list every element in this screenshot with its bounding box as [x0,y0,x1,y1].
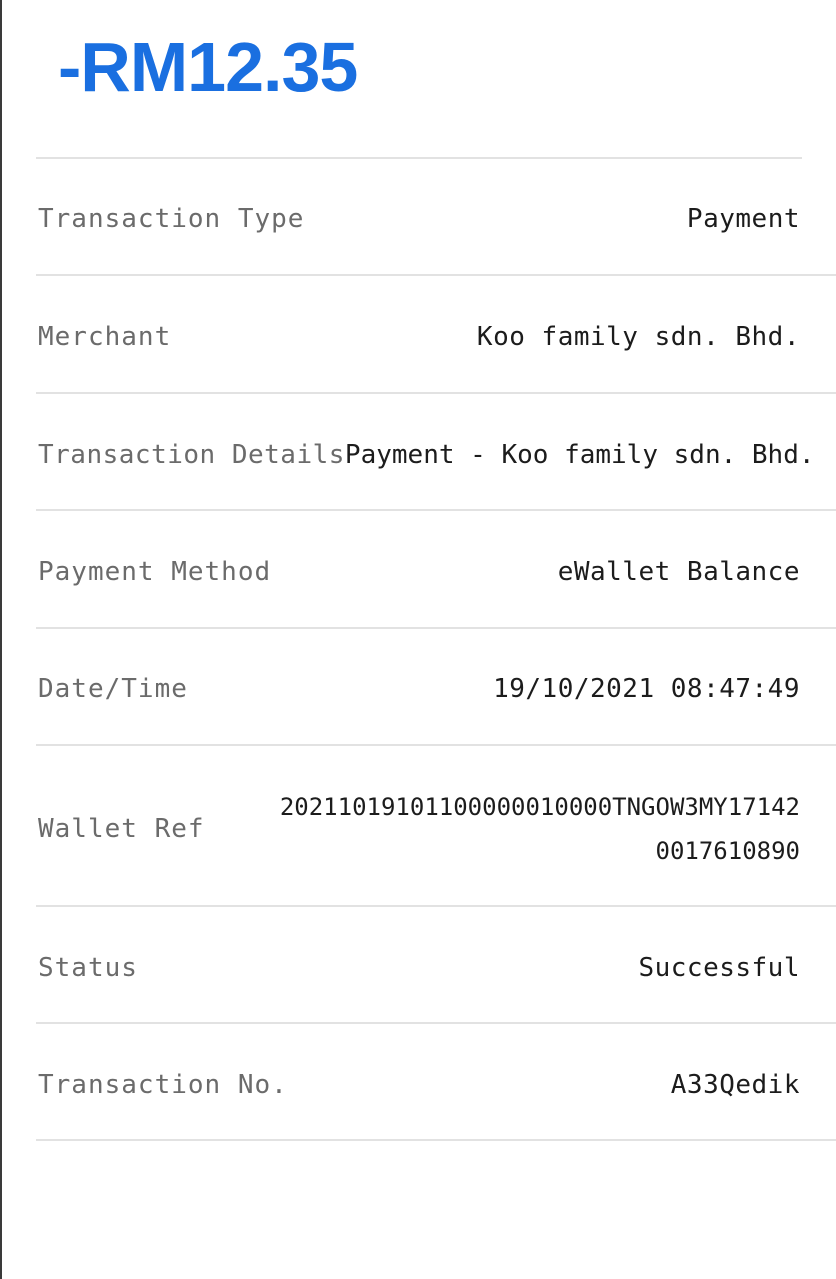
wallet-ref-line-2: 0017610890 [655,837,801,865]
detail-row-wallet-ref: Wallet Ref 20211019101100000010000TNGOW3… [38,770,800,888]
detail-row-date-time: Date/Time 19/10/2021 08:47:49 [38,652,800,726]
left-edge-border [0,0,2,1279]
transaction-details-value: Payment - Koo family sdn. Bhd. [344,440,815,470]
transaction-no-label: Transaction No. [38,1070,288,1100]
detail-row-status: Status Successful [38,931,800,1005]
divider [36,509,836,511]
detail-row-payment-method: Payment Method eWallet Balance [38,535,800,609]
divider [36,274,836,276]
divider [36,627,836,629]
detail-row-transaction-type: Transaction Type Payment [38,182,800,256]
divider [36,1022,836,1024]
wallet-ref-label: Wallet Ref [38,814,205,844]
detail-row-transaction-no: Transaction No. A33Qedik [38,1048,800,1122]
date-time-label: Date/Time [38,674,188,704]
divider [36,905,836,907]
divider [36,157,802,159]
transaction-amount: -RM12.35 [58,28,358,106]
status-value: Successful [638,953,800,983]
divider [36,744,836,746]
transaction-type-label: Transaction Type [38,204,305,234]
payment-method-label: Payment Method [38,557,272,587]
transaction-details-label: Transaction Details [38,440,345,470]
transaction-no-value: A33Qedik [670,1070,800,1100]
wallet-ref-line-1: 20211019101100000010000TNGOW3MY17142 [279,793,800,821]
payment-method-value: eWallet Balance [557,557,800,587]
divider [36,1139,836,1141]
status-label: Status [38,953,138,983]
divider [36,392,836,394]
transaction-type-value: Payment [686,204,800,234]
merchant-label: Merchant [38,322,172,352]
detail-row-transaction-details: Transaction Details Payment - Koo family… [38,418,815,492]
wallet-ref-value: 20211019101100000010000TNGOW3MY17142 001… [280,785,800,873]
merchant-value: Koo family sdn. Bhd. [476,322,800,352]
detail-row-merchant: Merchant Koo family sdn. Bhd. [38,300,800,374]
date-time-value: 19/10/2021 08:47:49 [493,674,800,704]
